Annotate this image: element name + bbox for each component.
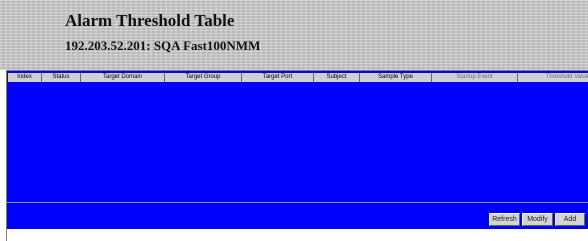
column-header-subject[interactable]: Subject <box>314 73 360 82</box>
alarm-threshold-table-panel: Index Status Target Domain Target Group … <box>6 70 588 229</box>
column-header-status[interactable]: Status <box>42 73 81 82</box>
column-header-target-group[interactable]: Target Group <box>165 73 242 82</box>
status-strip <box>6 229 588 241</box>
column-header-target-domain[interactable]: Target Domain <box>81 73 165 82</box>
column-header-sample-type[interactable]: Sample Type <box>360 73 432 82</box>
page-title: Alarm Threshold Table <box>65 11 235 30</box>
page-header: Alarm Threshold Table 192.203.52.201: SQ… <box>0 0 588 70</box>
table-body[interactable] <box>8 83 588 201</box>
device-subtitle: 192.203.52.201: SQA Fast100NMM <box>65 38 261 53</box>
column-header-index[interactable]: Index <box>8 73 42 82</box>
modify-button[interactable]: Modify <box>522 213 553 226</box>
column-header-target-port[interactable]: Target Port <box>242 73 314 82</box>
table-divider <box>7 202 588 203</box>
column-header-threshold-value[interactable]: Threshold Value <box>518 73 588 82</box>
add-button[interactable]: Add <box>555 213 585 226</box>
table-header-row: Index Status Target Domain Target Group … <box>8 73 588 82</box>
refresh-button[interactable]: Refresh <box>489 213 520 226</box>
column-header-startup-event[interactable]: Startup Event <box>432 73 518 82</box>
